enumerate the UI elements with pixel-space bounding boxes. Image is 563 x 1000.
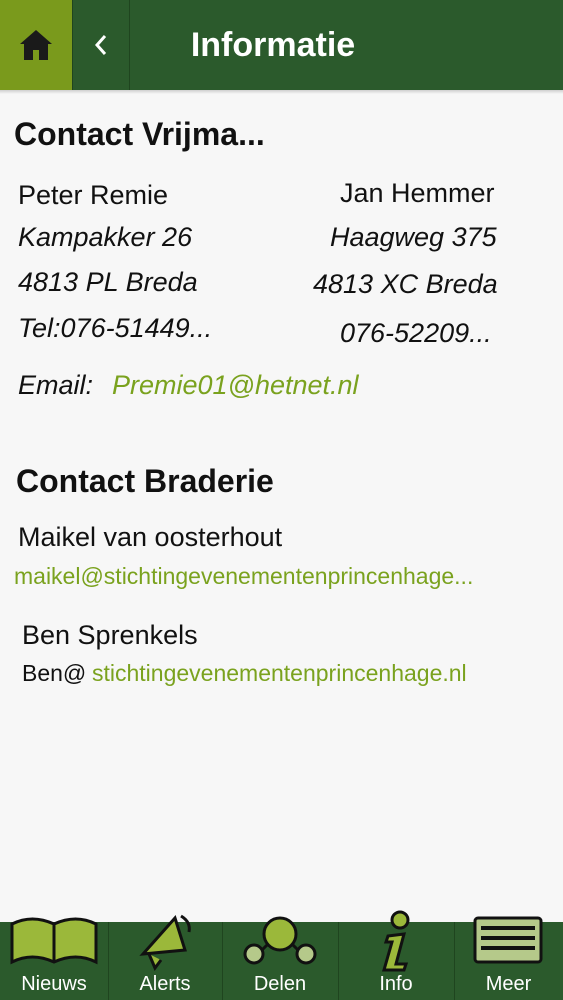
section-heading-braderie: Contact Braderie <box>16 463 274 499</box>
contact-name: Maikel van oosterhout <box>18 522 283 552</box>
contact-street: Kampakker 26 <box>18 222 193 252</box>
contact-phone[interactable]: 076-52209... <box>340 318 492 349</box>
page-title: Informatie <box>190 26 356 64</box>
home-icon <box>20 30 52 60</box>
chevron-left-icon <box>94 35 107 55</box>
tab-label: Nieuws <box>21 973 87 995</box>
tab-label: Info <box>379 973 413 995</box>
section-heading-vrijmarkt: Contact Vrijma... <box>14 116 265 152</box>
tab-meer[interactable]: Meer <box>454 916 563 1000</box>
contact-city: 4813 PL Breda <box>18 267 198 297</box>
tab-label: Delen <box>253 973 307 995</box>
info-icon <box>382 910 410 972</box>
header-shadow <box>0 90 563 94</box>
email-link[interactable]: Premie01@hetnet.nl <box>112 370 359 401</box>
email-link[interactable]: stichtingevenementenprincenhage.nl <box>92 660 467 687</box>
contact-city: 4813 XC Breda <box>313 269 498 299</box>
tab-bar: Nieuws Alerts Delen Info Meer <box>0 910 563 1000</box>
tab-delen[interactable]: Delen <box>222 916 339 1000</box>
contact-street: Haagweg 375 <box>330 222 497 252</box>
contact-name: Ben Sprenkels <box>22 620 198 650</box>
email-label: Email: <box>18 370 94 400</box>
contact-name: Jan Hemmer <box>340 178 495 208</box>
tab-alerts[interactable]: Alerts <box>108 914 223 1000</box>
share-icon <box>243 916 317 965</box>
contact-name: Peter Remie <box>18 180 169 210</box>
tab-label: Meer <box>485 973 532 995</box>
megaphone-icon <box>139 914 191 971</box>
email-link[interactable]: maikel@stichtingevenementenprincenhage..… <box>14 563 473 590</box>
app-header: Informatie <box>0 0 563 90</box>
tab-nieuws[interactable]: Nieuws <box>0 917 109 1000</box>
stack-icon <box>473 916 542 964</box>
contact-phone[interactable]: Tel:076-51449... <box>18 313 212 344</box>
email-prefix: Ben@ <box>22 660 87 686</box>
book-icon <box>10 917 98 965</box>
home-button[interactable] <box>0 0 72 90</box>
tab-info[interactable]: Info <box>338 910 455 1000</box>
back-button[interactable] <box>72 0 130 90</box>
tab-label: Alerts <box>139 973 191 995</box>
